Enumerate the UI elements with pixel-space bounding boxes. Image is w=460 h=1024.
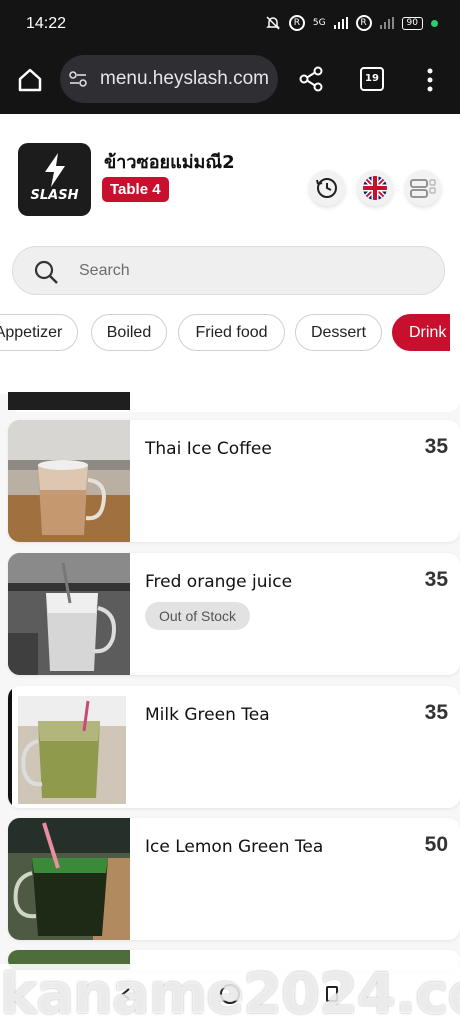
- browser-toolbar: menu.heyslash.com 19: [0, 50, 460, 114]
- menu-item-card[interactable]: Thai Ice Coffee 35: [8, 420, 460, 542]
- language-button[interactable]: [357, 170, 393, 206]
- history-icon: [316, 178, 337, 198]
- search-icon: [34, 260, 58, 284]
- category-drink[interactable]: Drink: [392, 314, 450, 351]
- site-settings-icon[interactable]: [68, 69, 88, 89]
- battery-icon: 90: [401, 16, 423, 30]
- previous-item-thumbnail: [8, 392, 130, 410]
- category-boiled[interactable]: Boiled: [91, 314, 167, 351]
- out-of-stock-badge: Out of Stock: [145, 602, 251, 630]
- signal-weak-icon: [379, 17, 394, 29]
- item-photo: [8, 420, 130, 542]
- category-fried-food[interactable]: Fried food: [178, 314, 285, 351]
- search-input[interactable]: [79, 259, 419, 283]
- share-icon[interactable]: [296, 64, 326, 94]
- home-icon[interactable]: [14, 64, 46, 96]
- uk-flag-icon: [363, 176, 387, 200]
- restaurant-name: ข้าวซอยแม่มณี2: [104, 152, 235, 173]
- menu-item-card[interactable]: Ice Lemon Green Tea 50: [8, 818, 460, 940]
- item-name: Thai Ice Coffee: [145, 439, 272, 459]
- menu-page: SLASH ข้าวซอยแม่มณี2 Table 4 Search Appe…: [0, 114, 460, 1024]
- item-photo: [8, 818, 130, 940]
- camera-indicator-icon: [431, 19, 438, 27]
- signal-icon: [333, 17, 348, 29]
- category-tabs: Appetizer Boiled Fried food Dessert Drin…: [0, 314, 450, 354]
- more-menu-icon[interactable]: [420, 66, 440, 94]
- search-bar[interactable]: [12, 246, 445, 295]
- logo-text: SLASH: [30, 188, 79, 203]
- menu-item-card[interactable]: Milk Green Tea 35: [8, 686, 460, 808]
- order-history-button[interactable]: [309, 170, 345, 206]
- status-time: 14:22: [26, 15, 67, 32]
- mute-bell-icon: [266, 16, 280, 30]
- url-text: menu.heyslash.com: [100, 68, 269, 89]
- network-label: 5G: [312, 18, 326, 28]
- item-name: Fred orange juice: [145, 572, 293, 592]
- menu-item-card[interactable]: Fred orange juice 35 Out of Stock: [8, 553, 460, 675]
- item-name: Milk Green Tea: [145, 705, 270, 725]
- watermark-text: kaname2024.com: [0, 966, 460, 1024]
- item-price: 35: [424, 568, 448, 591]
- url-bar[interactable]: menu.heyslash.com: [60, 55, 278, 103]
- restaurant-logo: SLASH: [18, 143, 91, 216]
- status-bar: 14:22 R 5G R 90: [0, 0, 460, 50]
- category-appetizer[interactable]: Appetizer: [0, 314, 78, 351]
- registered-icon-2: R: [355, 15, 372, 31]
- item-photo: [8, 553, 130, 675]
- status-icons: R 5G R 90: [265, 15, 438, 31]
- item-photo: [8, 686, 130, 808]
- previous-item-card[interactable]: [8, 392, 460, 412]
- layout-toggle-button[interactable]: [405, 170, 441, 206]
- item-price: 50: [424, 833, 448, 856]
- table-badge: Table 4: [102, 177, 169, 202]
- item-price: 35: [424, 435, 448, 458]
- item-price: 35: [424, 701, 448, 724]
- registered-icon: R: [288, 15, 305, 31]
- bolt-icon: [45, 153, 65, 187]
- item-name: Ice Lemon Green Tea: [145, 837, 324, 857]
- tab-count-button[interactable]: 19: [360, 67, 384, 91]
- category-dessert[interactable]: Dessert: [295, 314, 382, 351]
- restaurant-header: SLASH ข้าวซอยแม่มณี2 Table 4 Search Appe…: [0, 114, 460, 394]
- layout-toggle-icon: [410, 179, 436, 198]
